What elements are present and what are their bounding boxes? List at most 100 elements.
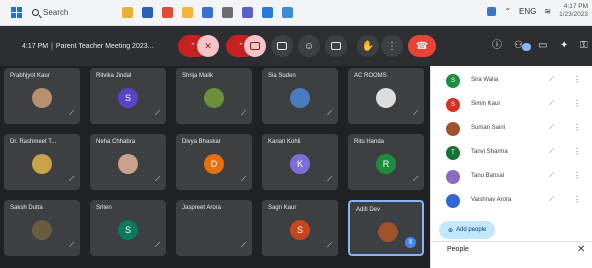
avatar: S (118, 220, 138, 240)
captions-button[interactable] (271, 35, 293, 57)
panel-heading: People (447, 246, 469, 253)
present-button[interactable] (325, 35, 347, 57)
mail-icon[interactable] (262, 7, 273, 18)
speaking-indicator-icon: ||| (405, 237, 416, 248)
windows-start-icon[interactable] (11, 7, 22, 18)
wifi-icon[interactable]: ≋ (544, 7, 551, 16)
participant-tile[interactable]: Jaspreet Arora ⟋ (176, 200, 252, 256)
avatar: S (446, 74, 460, 88)
activities-icon[interactable]: ✦ (560, 41, 568, 51)
participant-tile[interactable]: AC ROOMS ⟋ (348, 68, 424, 124)
more-vert-icon[interactable]: ⋮ (573, 123, 581, 132)
participant-name: Saksh Dutta (10, 205, 43, 211)
participant-name: Neha Chhabra (96, 139, 136, 145)
chevron-up-icon[interactable]: ⌃ (504, 7, 511, 16)
avatar: K (290, 154, 310, 174)
mic-off-icon: ⟋ (327, 176, 332, 183)
more-vert-icon[interactable]: ⋮ (573, 171, 581, 180)
more-options-button[interactable]: ⋮ (381, 35, 403, 57)
widget-icon[interactable] (487, 6, 497, 16)
settings-icon[interactable] (222, 7, 233, 18)
participant-name: AC ROOMS (354, 73, 387, 79)
participant-tile[interactable]: Dr. Rashmeet T... ⟋ (4, 134, 80, 190)
mic-off-icon[interactable]: ⟋ (549, 100, 554, 108)
participant-tile[interactable]: Prabhjyot Kaur ⟋ (4, 68, 80, 124)
chat-icon[interactable]: ▭ (538, 41, 547, 51)
folder-icon[interactable] (182, 7, 193, 18)
avatar (376, 88, 396, 108)
camera-off-icon (250, 42, 260, 50)
avatar: S (290, 220, 310, 240)
mic-off-icon: ⟋ (413, 176, 418, 183)
file-explorer-icon[interactable] (122, 7, 133, 18)
taskbar-search[interactable]: Search (32, 6, 88, 20)
participant-tile[interactable]: Ritu Handa R ⟋ (348, 134, 424, 190)
participant-tile[interactable]: Sagn Kaur S ⟋ (262, 200, 338, 256)
emoji-icon: ☺ (303, 40, 315, 52)
leave-call-button[interactable]: ☎ (408, 35, 436, 57)
participant-tile[interactable]: Sriten S ⟋ (90, 200, 166, 256)
search-icon (32, 9, 39, 16)
teams-icon[interactable] (242, 7, 253, 18)
clock-time: 4:17 PM (563, 3, 588, 10)
participant-name: Sagn Kaur (268, 205, 297, 211)
clock[interactable]: 4:17 PM 1/23/2023 (559, 3, 588, 19)
mic-off-icon: ⟋ (327, 242, 332, 249)
avatar (378, 222, 398, 242)
participant-tile[interactable]: Neha Chhabra ⟋ (90, 134, 166, 190)
participant-tile[interactable]: Kanan Kohli K ⟋ (262, 134, 338, 190)
avatar (446, 170, 460, 184)
avatar: S (446, 98, 460, 112)
participant-row[interactable]: S Simin Kaur ⟋ ⋮ (431, 94, 592, 118)
more-vert-icon[interactable]: ⋮ (573, 99, 581, 108)
participant-tile[interactable]: Divya Bhaskar D ⟋ (176, 134, 252, 190)
mic-off-icon: ⟋ (69, 176, 74, 183)
mic-off-icon[interactable]: ⟋ (549, 76, 554, 84)
close-icon[interactable]: ✕ (577, 244, 585, 255)
present-screen-icon (331, 42, 341, 50)
participant-tile[interactable]: Sia Suden ⟋ (262, 68, 338, 124)
mic-off-icon[interactable]: ⟋ (549, 124, 554, 132)
participant-name: Ritu Handa (354, 139, 385, 145)
participant-row[interactable]: T Tanvi Sharma ⟋ ⋮ (431, 142, 592, 166)
lock-icon[interactable]: ⚿ (580, 41, 588, 51)
reactions-button[interactable]: ☺ (298, 35, 320, 57)
participant-tile[interactable]: Saksh Dutta ⟋ (4, 200, 80, 256)
participant-tile[interactable]: Ritvika Jindal S ⟋ (90, 68, 166, 124)
avatar (118, 154, 138, 174)
captions-icon (277, 42, 287, 50)
participant-row[interactable]: S Sira Walia ⟋ ⋮ (431, 70, 592, 94)
participant-row[interactable]: Tanu Bansal ⟋ ⋮ (431, 166, 592, 190)
mic-off-icon: ⟋ (69, 242, 74, 249)
mic-off-icon: ⟋ (413, 110, 418, 117)
participant-row[interactable]: Vaishnav Arora ⟋ ⋮ (431, 190, 592, 214)
camera-toggle-button[interactable] (244, 35, 266, 57)
participant-tile[interactable]: Aditi Dev ||| (348, 200, 424, 256)
add-people-button[interactable]: ⊕ Add people (439, 221, 496, 239)
more-vert-icon[interactable]: ⋮ (573, 147, 581, 156)
mic-off-icon[interactable]: ⟋ (549, 172, 554, 180)
store-icon[interactable] (202, 7, 213, 18)
chrome-icon[interactable] (162, 7, 173, 18)
more-vert-icon[interactable]: ⋮ (573, 75, 581, 84)
mic-toggle-button[interactable]: ✕ (197, 35, 219, 57)
info-icon[interactable]: ⓘ (492, 41, 502, 51)
more-vert-icon[interactable]: ⋮ (573, 195, 581, 204)
chevron-up-icon: ⌃ (190, 43, 196, 50)
mic-off-icon[interactable]: ⟋ (549, 196, 554, 204)
participant-tile[interactable]: Shrija Malik ⟋ (176, 68, 252, 124)
meeting-time: 4:17 PM (22, 42, 49, 50)
raise-hand-button[interactable]: ✋ (357, 35, 379, 57)
taskbar-search-label: Search (43, 8, 69, 17)
mic-off-icon[interactable]: ⟋ (549, 148, 554, 156)
word-icon[interactable] (142, 7, 153, 18)
language-indicator[interactable]: ENG (519, 7, 536, 16)
participant-name: Vaishnav Arora (471, 197, 512, 203)
participant-row[interactable]: Suman Saini ⟋ ⋮ (431, 118, 592, 142)
participant-name: Ritvika Jindal (96, 73, 132, 79)
photos-icon[interactable] (282, 7, 293, 18)
clock-date: 1/23/2023 (559, 11, 588, 18)
mic-off-icon: ✕ (204, 40, 212, 51)
avatar (290, 88, 310, 108)
avatar: T (446, 146, 460, 160)
